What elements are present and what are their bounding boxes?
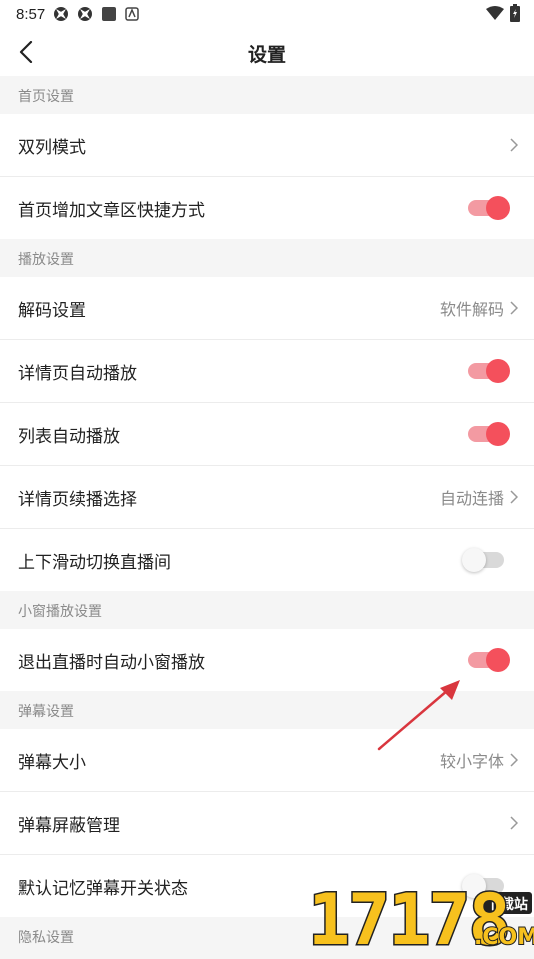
- setting-label: 列表自动播放: [18, 426, 120, 447]
- setting-value: 软件解码: [439, 300, 504, 319]
- setting-label: 首页增加文章区快捷方式: [18, 200, 205, 221]
- notification-icon: [53, 6, 69, 22]
- notification-icon: [77, 6, 93, 22]
- setting-row-list-autoplay: 列表自动播放: [0, 402, 534, 465]
- battery-icon: [510, 4, 520, 26]
- toggle-knob: [486, 422, 510, 446]
- setting-label: 解码设置: [18, 300, 86, 321]
- setting-row-continue-play[interactable]: 详情页续播选择 自动连播: [0, 465, 534, 528]
- toggle-switch[interactable]: [468, 422, 510, 446]
- chevron-right-icon: [510, 301, 518, 315]
- chevron-right-icon: [510, 490, 518, 504]
- section-header: 播放设置: [0, 239, 534, 277]
- setting-label: 详情页续播选择: [18, 489, 137, 510]
- setting-row-double-column[interactable]: 双列模式: [0, 114, 534, 176]
- settings-list: 首页设置 双列模式 首页增加文章区快捷方式 播放设置 解码设置 软件解码 详情页…: [0, 76, 534, 955]
- setting-label: 弹幕屏蔽管理: [18, 815, 120, 836]
- toggle-switch[interactable]: [468, 196, 510, 220]
- toggle-switch[interactable]: [468, 648, 510, 672]
- app-icon: [125, 7, 139, 21]
- setting-row-decode[interactable]: 解码设置 软件解码: [0, 277, 534, 339]
- annotation-arrow-icon: [377, 680, 460, 751]
- chevron-right-icon: [510, 753, 518, 767]
- toggle-switch[interactable]: [468, 359, 510, 383]
- setting-row-detail-autoplay: 详情页自动播放: [0, 339, 534, 402]
- section-header: 首页设置: [0, 76, 534, 114]
- setting-row-article-shortcut: 首页增加文章区快捷方式: [0, 176, 534, 239]
- toggle-knob: [486, 196, 510, 220]
- app-header: 设置: [0, 28, 534, 76]
- app-icon: [101, 6, 117, 22]
- toggle-switch[interactable]: [462, 548, 504, 572]
- page-title: 设置: [247, 44, 286, 66]
- watermark-logo: 下载站 17178 .COM: [306, 878, 534, 959]
- chevron-right-icon: [510, 138, 518, 152]
- setting-label: 双列模式: [18, 137, 86, 158]
- setting-label: 退出直播时自动小窗播放: [18, 652, 205, 673]
- toggle-knob: [486, 648, 510, 672]
- setting-label: 上下滑动切换直播间: [18, 552, 171, 573]
- watermark-domain: .COM: [474, 925, 534, 950]
- wifi-icon: [486, 6, 504, 24]
- setting-label: 详情页自动播放: [18, 363, 137, 384]
- setting-row-danmaku-block[interactable]: 弹幕屏蔽管理: [0, 791, 534, 854]
- toggle-knob: [486, 359, 510, 383]
- section-header: 小窗播放设置: [0, 591, 534, 629]
- toggle-knob: [462, 548, 486, 572]
- status-bar: 8:57: [0, 0, 534, 28]
- chevron-right-icon: [510, 816, 518, 830]
- status-time: 8:57: [16, 5, 46, 23]
- setting-row-swipe-switch: 上下滑动切换直播间: [0, 528, 534, 591]
- setting-value: 自动连播: [439, 489, 504, 508]
